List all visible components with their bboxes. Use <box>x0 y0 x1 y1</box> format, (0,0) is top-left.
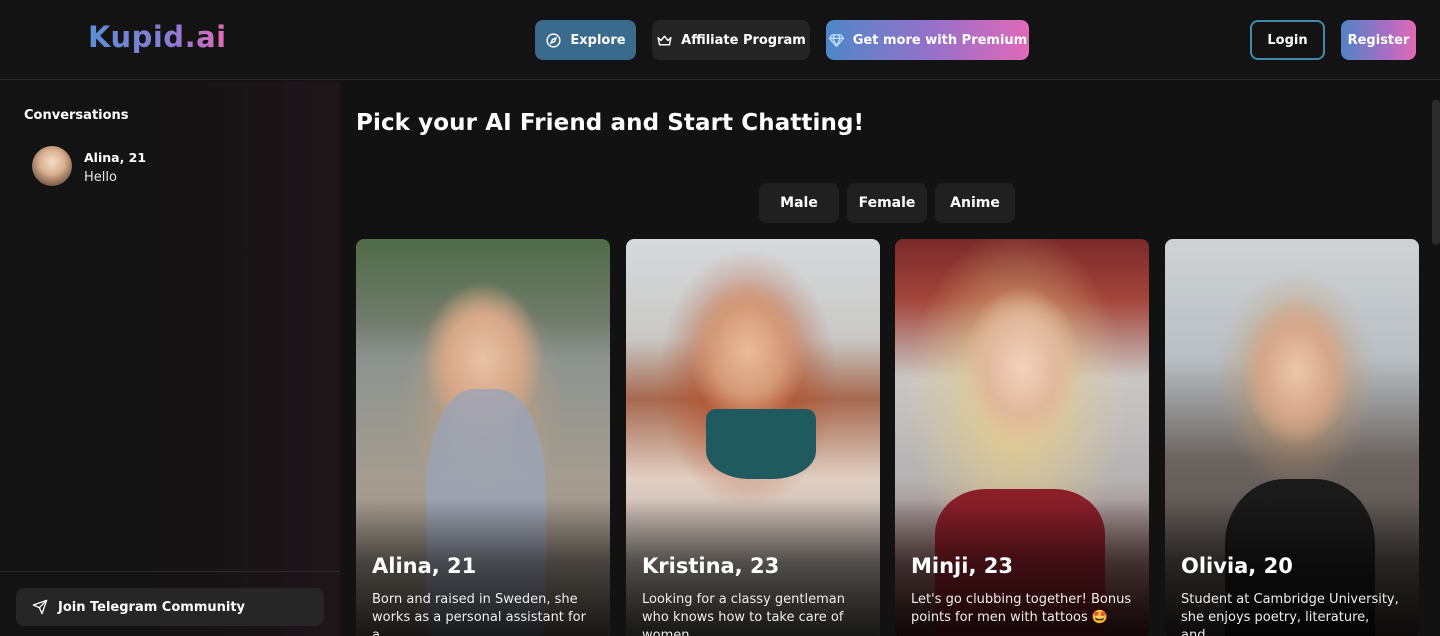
filter-female[interactable]: Female <box>847 183 927 223</box>
character-description: Looking for a classy gentleman who knows… <box>642 592 845 636</box>
conversation-name: Alina, 21 <box>84 150 147 165</box>
character-card[interactable]: Kristina, 23 Looking for a classy gentle… <box>626 239 880 636</box>
character-name: Kristina, 23 <box>642 554 780 578</box>
top-header: Kupid.ai Explore Affiliate Program Get m… <box>0 0 1440 80</box>
page-title: Pick your AI Friend and Start Chatting! <box>356 110 865 136</box>
character-card[interactable]: Alina, 21 Born and raised in Sweden, she… <box>356 239 610 636</box>
join-telegram-label: Join Telegram Community <box>58 599 246 615</box>
diamond-icon <box>828 33 844 47</box>
crown-icon <box>657 35 672 45</box>
get-premium-button[interactable]: Get more with Premium <box>826 20 1029 60</box>
character-name: Olivia, 20 <box>1181 554 1293 578</box>
send-icon <box>32 599 48 615</box>
character-name: Alina, 21 <box>372 554 477 578</box>
explore-button[interactable]: Explore <box>535 20 636 60</box>
affiliate-program-label: Affiliate Program <box>681 32 806 48</box>
sidebar-divider <box>0 571 340 572</box>
sidebar: Conversations Alina, 21 Hello Join Teleg… <box>0 81 340 636</box>
character-name: Minji, 23 <box>911 554 1013 578</box>
character-card[interactable]: Minji, 23 Let's go clubbing together! Bo… <box>895 239 1149 636</box>
explore-label: Explore <box>570 32 626 48</box>
character-description: Born and raised in Sweden, she works as … <box>372 592 586 636</box>
get-premium-label: Get more with Premium <box>852 32 1028 48</box>
avatar <box>32 146 72 186</box>
character-description: Let's go clubbing together! Bonus points… <box>911 592 1132 625</box>
scrollbar-thumb[interactable] <box>1432 100 1440 245</box>
register-button[interactable]: Register <box>1341 20 1416 60</box>
filter-anime[interactable]: Anime <box>935 183 1015 223</box>
compass-icon <box>546 32 561 48</box>
conversation-item[interactable]: Alina, 21 Hello <box>32 146 292 190</box>
conversations-title: Conversations <box>24 108 129 123</box>
conversation-last-message: Hello <box>84 170 117 185</box>
filter-male[interactable]: Male <box>759 183 839 223</box>
logo[interactable]: Kupid.ai <box>88 20 227 54</box>
character-card[interactable]: Olivia, 20 Student at Cambridge Universi… <box>1165 239 1419 636</box>
affiliate-program-button[interactable]: Affiliate Program <box>652 20 810 60</box>
character-description: Student at Cambridge University, she enj… <box>1181 592 1399 636</box>
join-telegram-button[interactable]: Join Telegram Community <box>16 588 324 626</box>
login-button[interactable]: Login <box>1250 20 1325 60</box>
